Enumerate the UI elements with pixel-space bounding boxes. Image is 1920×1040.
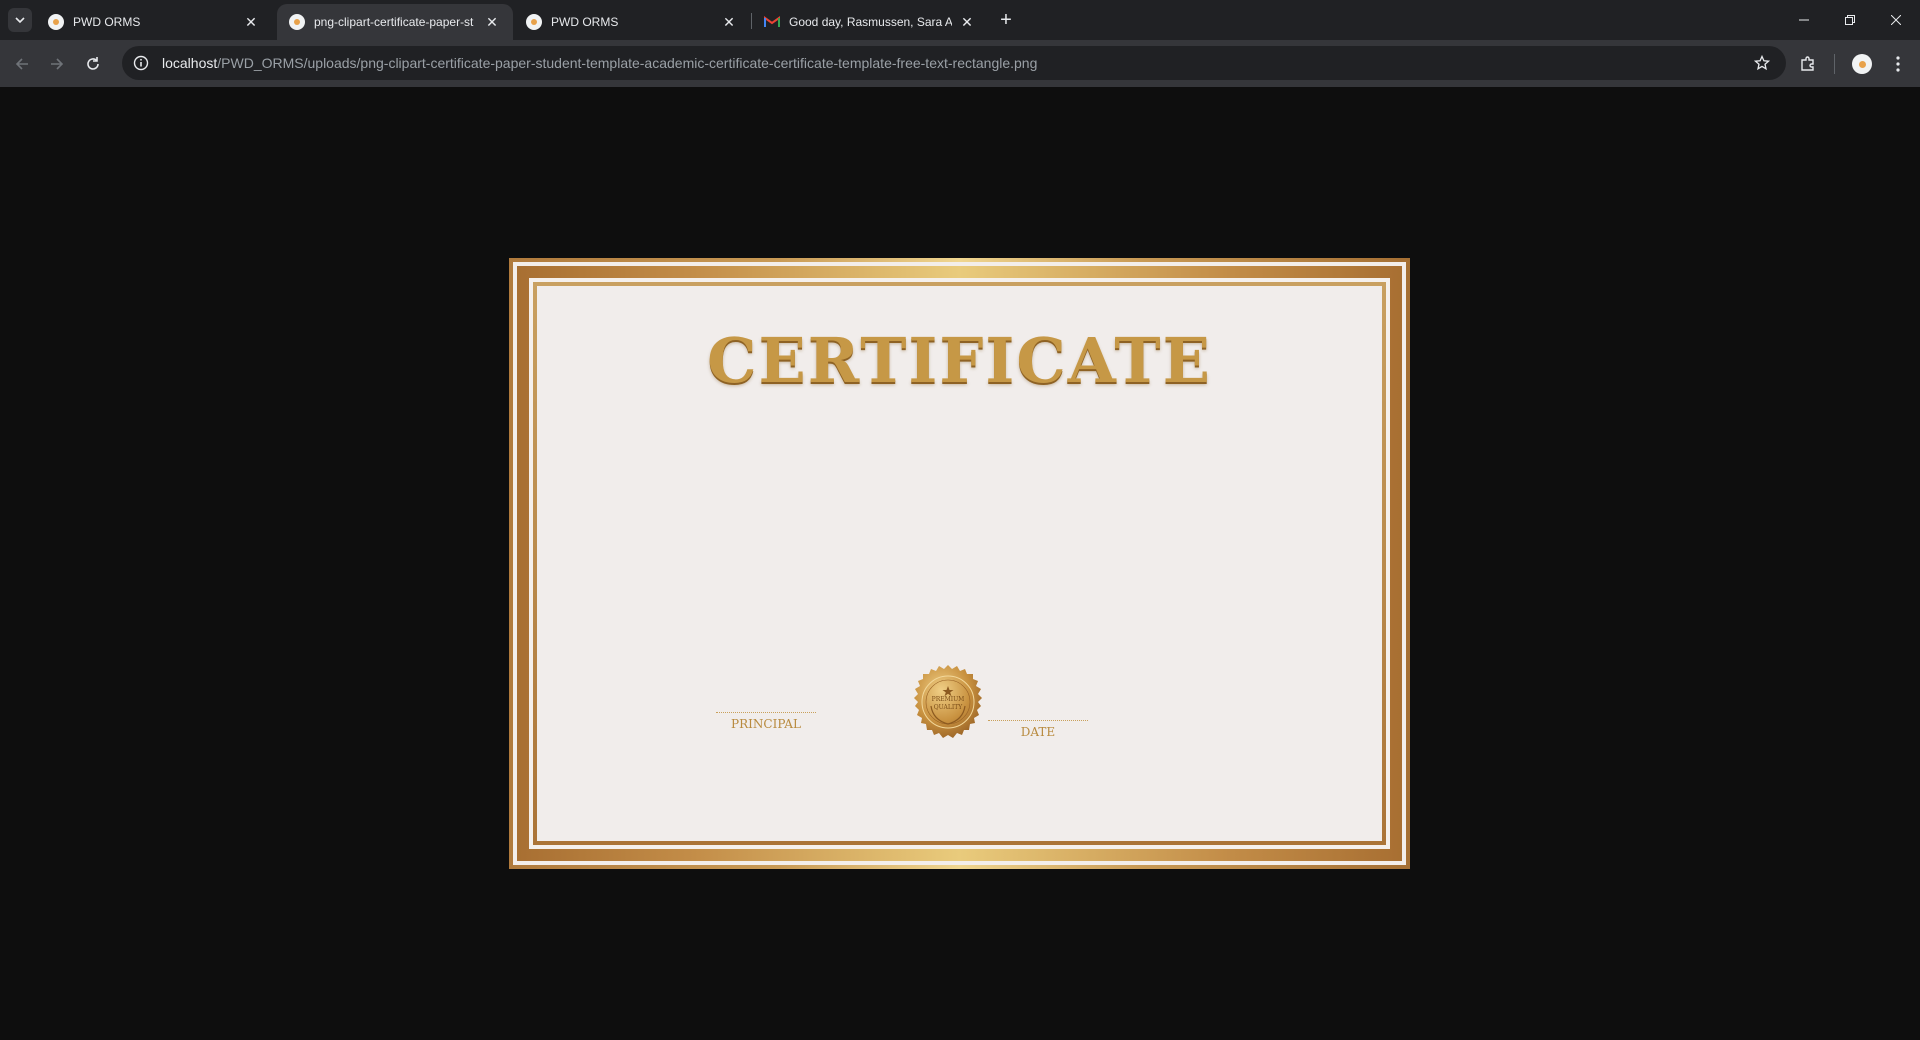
url-path: /PWD_ORMS/uploads/png-clipart-certificat… <box>217 55 1038 71</box>
seal-text-premium: PREMIUM <box>932 696 965 703</box>
address-bar[interactable]: localhost/PWD_ORMS/uploads/png-clipart-c… <box>122 46 1786 80</box>
extensions-button[interactable] <box>1794 50 1822 78</box>
close-tab-icon[interactable]: ✕ <box>483 13 501 31</box>
seal-text-quality: QUALITY <box>934 704 963 711</box>
avatar <box>1852 54 1872 74</box>
tab-pwd-orms-2[interactable]: PWD ORMS ✕ <box>514 4 750 40</box>
url-text[interactable]: localhost/PWD_ORMS/uploads/png-clipart-c… <box>162 55 1037 71</box>
app-favicon <box>289 14 305 30</box>
menu-button[interactable] <box>1884 50 1912 78</box>
certificate-paper: CERTIFICATE PREMIUM QUALITY PRINCIPAL DA… <box>537 286 1382 841</box>
info-icon <box>133 55 149 71</box>
close-tab-icon[interactable]: ✕ <box>242 13 260 31</box>
app-favicon <box>48 14 64 30</box>
tab-title: PWD ORMS <box>551 15 619 29</box>
close-tab-icon[interactable]: ✕ <box>958 13 976 31</box>
back-button[interactable] <box>8 50 36 78</box>
forward-button[interactable] <box>43 50 71 78</box>
toolbar-divider <box>1834 54 1835 74</box>
puzzle-icon <box>1801 56 1814 71</box>
certificate-title: CERTIFICATE <box>707 324 1212 397</box>
date-label: DATE <box>1020 725 1056 739</box>
kebab-menu-icon <box>1896 56 1900 72</box>
tab-search-button[interactable] <box>8 8 32 32</box>
url-host: localhost <box>162 55 218 71</box>
date-signature: DATE <box>983 720 1093 739</box>
reload-button[interactable] <box>79 50 107 78</box>
tab-title: Good day, Rasmussen, Sara Aul <box>789 15 952 29</box>
app-favicon <box>526 14 542 30</box>
site-info-button[interactable] <box>126 48 156 78</box>
tab-title: png-clipart-certificate-paper-st <box>314 15 474 29</box>
bookmark-button[interactable] <box>1750 51 1774 75</box>
close-icon <box>1891 15 1901 25</box>
tab-pwd-orms-1[interactable]: PWD ORMS ✕ <box>36 4 272 40</box>
close-tab-icon[interactable]: ✕ <box>720 13 738 31</box>
new-tab-button[interactable]: + <box>994 8 1018 32</box>
principal-label: PRINCIPAL <box>731 717 801 731</box>
arrow-right-icon <box>51 58 64 70</box>
tab-gmail[interactable]: Good day, Rasmussen, Sara Aul ✕ <box>752 4 988 40</box>
restore-icon <box>1845 15 1855 25</box>
principal-signature: PRINCIPAL <box>711 712 821 731</box>
certificate-image: CERTIFICATE PREMIUM QUALITY PRINCIPAL DA… <box>509 258 1410 869</box>
image-viewport: CERTIFICATE PREMIUM QUALITY PRINCIPAL DA… <box>0 87 1920 1040</box>
premium-quality-seal: PREMIUM QUALITY <box>914 665 982 738</box>
minimize-icon <box>1799 19 1809 21</box>
tab-title: PWD ORMS <box>73 15 141 29</box>
arrow-left-icon <box>15 58 28 70</box>
restore-button[interactable] <box>1827 0 1873 40</box>
browser-toolbar: localhost/PWD_ORMS/uploads/png-clipart-c… <box>0 40 1920 87</box>
gmail-icon <box>764 14 780 30</box>
close-window-button[interactable] <box>1873 0 1919 40</box>
tab-strip: PWD ORMS ✕ png-clipart-certificate-paper… <box>0 0 1920 40</box>
star-icon <box>1754 55 1770 71</box>
chevron-down-icon <box>15 17 25 24</box>
profile-button[interactable] <box>1848 50 1876 78</box>
minimize-button[interactable] <box>1781 0 1827 40</box>
reload-icon <box>87 57 99 70</box>
tab-certificate-image[interactable]: png-clipart-certificate-paper-st ✕ <box>277 4 513 40</box>
